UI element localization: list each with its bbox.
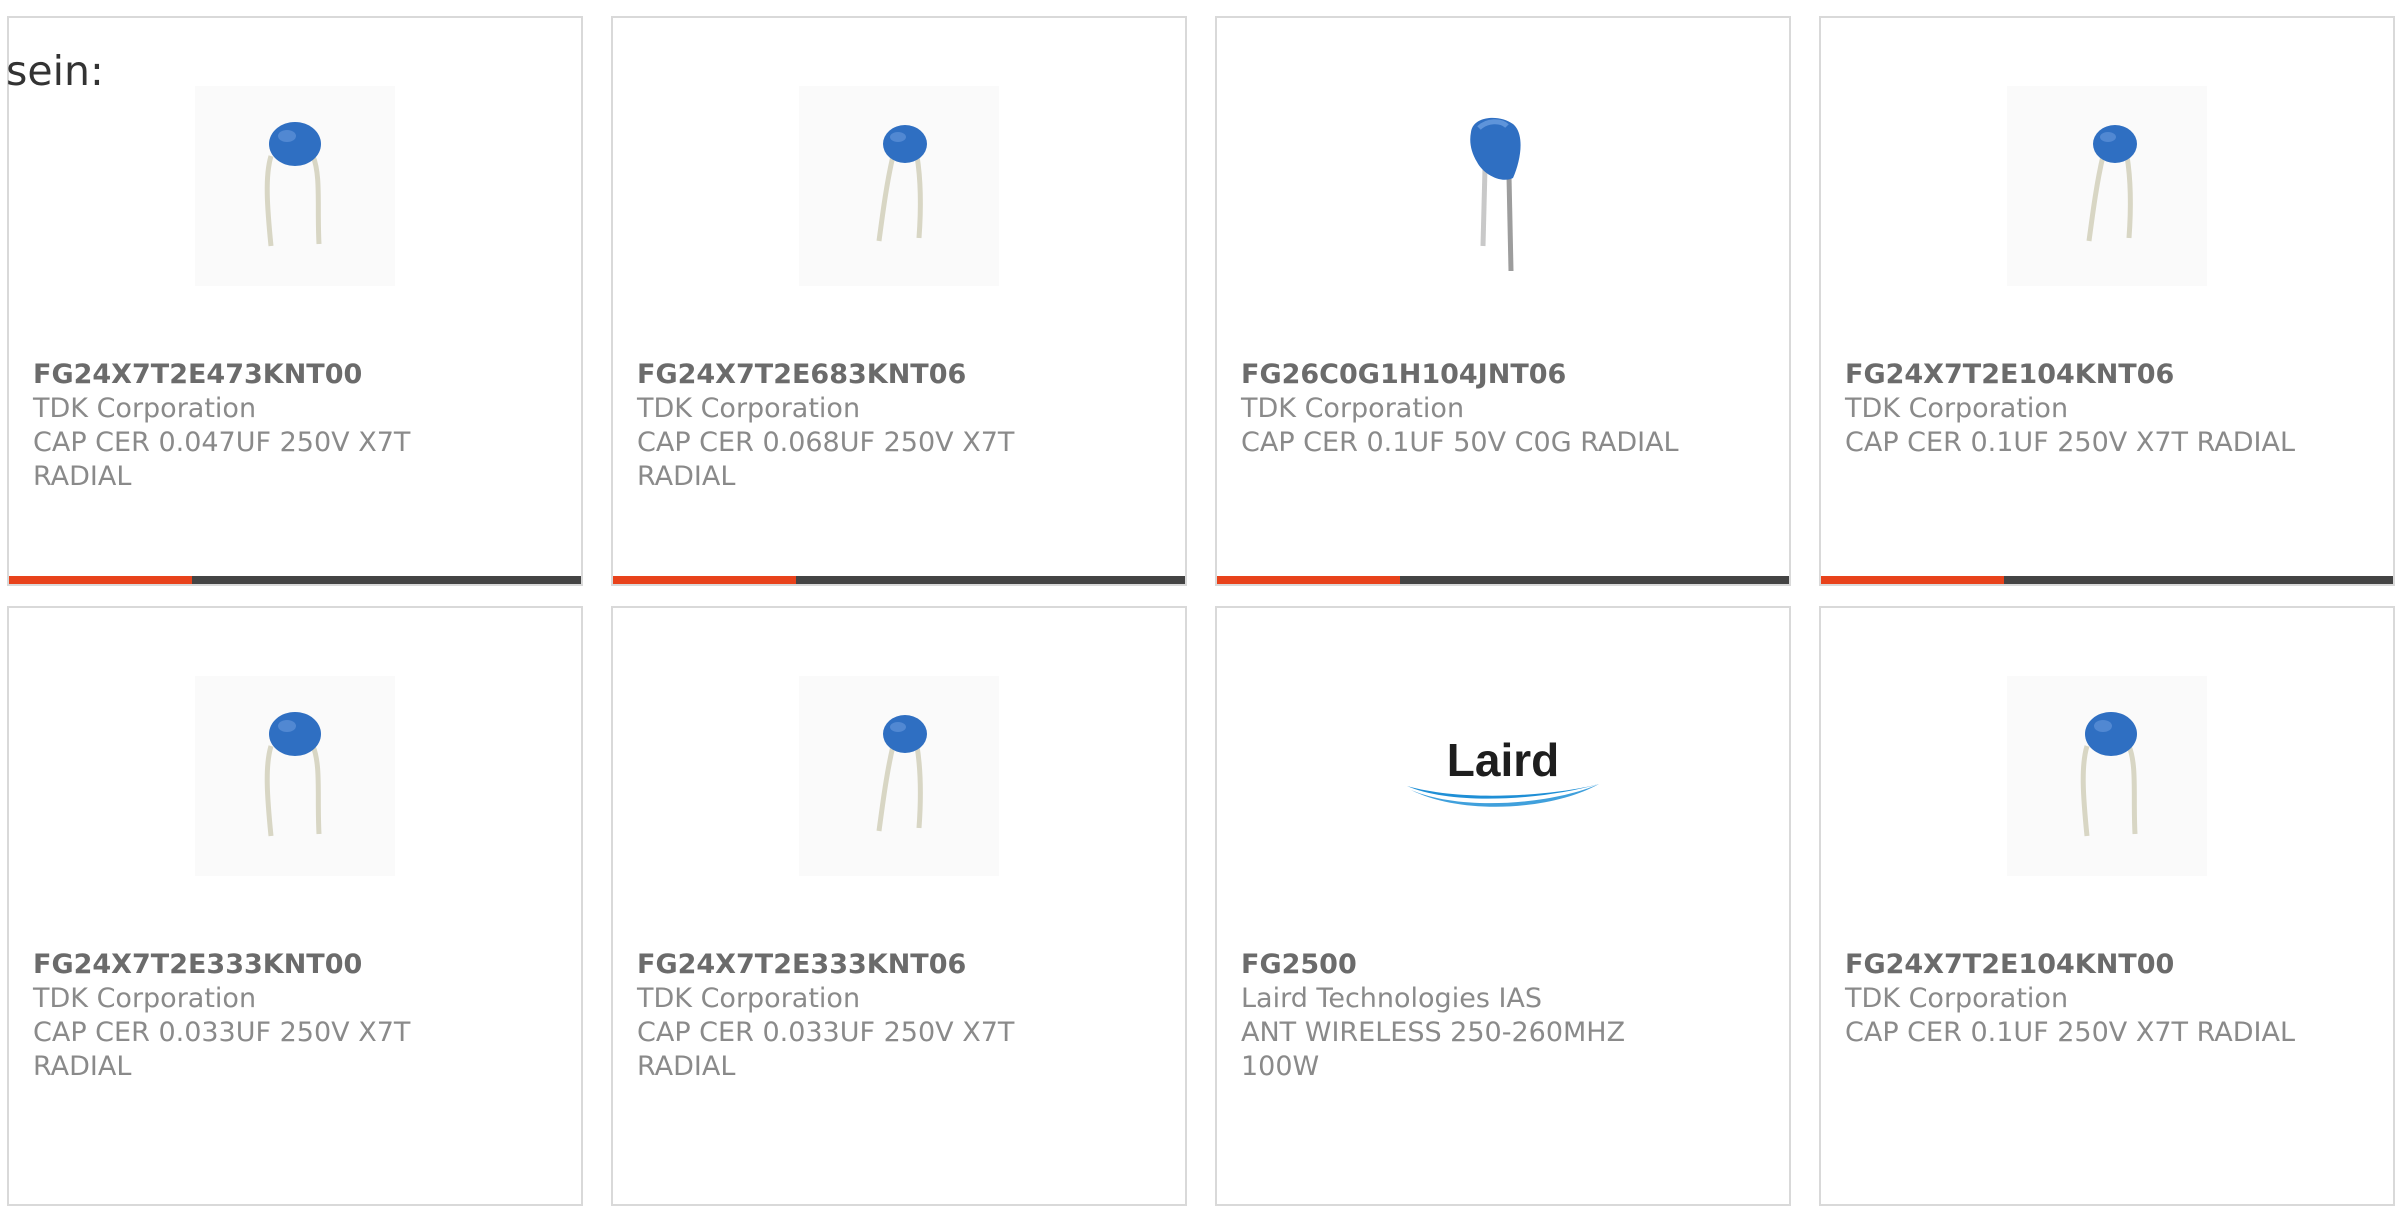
product-grid: FG24X7T2E473KNT00 TDK Corporation CAP CE…	[0, 0, 2400, 1206]
card-progress-fill	[9, 576, 193, 584]
product-card[interactable]: Laird FG2500 Laird Technologies IAS ANT …	[1215, 606, 1791, 1206]
manufacturer: TDK Corporation	[33, 983, 257, 1014]
product-card[interactable]: FG26C0G1H104JNT06 TDK Corporation CAP CE…	[1215, 16, 1791, 586]
product-info: FG24X7T2E333KNT00 TDK Corporation CAP CE…	[33, 948, 533, 1084]
product-info: FG24X7T2E333KNT06 TDK Corporation CAP CE…	[637, 948, 1137, 1084]
capacitor-icon	[1470, 117, 1521, 272]
product-image[interactable]	[799, 676, 999, 876]
product-image[interactable]	[2007, 676, 2207, 876]
intro-text: sein:	[6, 47, 104, 95]
product-image[interactable]	[2007, 86, 2207, 286]
card-progress-fill	[1217, 576, 1401, 584]
part-number-link[interactable]: FG24X7T2E683KNT06	[637, 358, 1137, 392]
product-image[interactable]: Laird	[1403, 676, 1603, 876]
capacitor-icon	[264, 712, 322, 837]
product-info: FG24X7T2E104KNT00 TDK Corporation CAP CE…	[1845, 948, 2345, 1050]
card-progress-bar	[1217, 576, 1789, 584]
part-number-link[interactable]: FG2500	[1241, 948, 1741, 982]
card-progress-bar	[9, 576, 581, 584]
manufacturer: Laird Technologies IAS	[1241, 983, 1543, 1014]
product-card[interactable]: FG24X7T2E104KNT00 TDK Corporation CAP CE…	[1819, 606, 2395, 1206]
product-image[interactable]	[1403, 86, 1603, 286]
capacitor-icon	[2086, 125, 2137, 242]
description: CAP CER 0.068UF 250V X7T RADIAL	[637, 427, 1015, 492]
product-info: FG2500 Laird Technologies IAS ANT WIRELE…	[1241, 948, 1741, 1084]
card-progress-fill	[1821, 576, 2005, 584]
part-number-link[interactable]: FG26C0G1H104JNT06	[1241, 358, 1741, 392]
capacitor-icon	[876, 715, 927, 832]
product-card[interactable]: FG24X7T2E473KNT00 TDK Corporation CAP CE…	[7, 16, 583, 586]
product-info: FG24X7T2E683KNT06 TDK Corporation CAP CE…	[637, 358, 1137, 494]
manufacturer: TDK Corporation	[637, 393, 861, 424]
card-progress-bar	[1821, 576, 2393, 584]
part-number-link[interactable]: FG24X7T2E473KNT00	[33, 358, 533, 392]
product-image[interactable]	[799, 86, 999, 286]
product-card[interactable]: FG24X7T2E104KNT06 TDK Corporation CAP CE…	[1819, 16, 2395, 586]
manufacturer: TDK Corporation	[33, 393, 257, 424]
product-info: FG24X7T2E104KNT06 TDK Corporation CAP CE…	[1845, 358, 2345, 460]
manufacturer: TDK Corporation	[1845, 393, 2069, 424]
capacitor-icon	[2080, 712, 2138, 837]
manufacturer: TDK Corporation	[1845, 983, 2069, 1014]
description: CAP CER 0.1UF 250V X7T RADIAL	[1845, 427, 2295, 458]
product-info: FG26C0G1H104JNT06 TDK Corporation CAP CE…	[1241, 358, 1741, 460]
part-number-link[interactable]: FG24X7T2E104KNT06	[1845, 358, 2345, 392]
part-number-link[interactable]: FG24X7T2E333KNT00	[33, 948, 533, 982]
part-number-link[interactable]: FG24X7T2E104KNT00	[1845, 948, 2345, 982]
part-number-link[interactable]: FG24X7T2E333KNT06	[637, 948, 1137, 982]
card-progress-fill	[613, 576, 797, 584]
description: CAP CER 0.033UF 250V X7T RADIAL	[637, 1017, 1015, 1082]
product-info: FG24X7T2E473KNT00 TDK Corporation CAP CE…	[33, 358, 533, 494]
product-card[interactable]: FG24X7T2E333KNT06 TDK Corporation CAP CE…	[611, 606, 1187, 1206]
capacitor-icon	[264, 122, 322, 247]
description: CAP CER 0.1UF 250V X7T RADIAL	[1845, 1017, 2295, 1048]
product-card[interactable]: FG24X7T2E333KNT00 TDK Corporation CAP CE…	[7, 606, 583, 1206]
laird-logo-text: Laird	[1447, 734, 1559, 786]
description: CAP CER 0.047UF 250V X7T RADIAL	[33, 427, 411, 492]
manufacturer: TDK Corporation	[637, 983, 861, 1014]
description: CAP CER 0.033UF 250V X7T RADIAL	[33, 1017, 411, 1082]
product-card[interactable]: FG24X7T2E683KNT06 TDK Corporation CAP CE…	[611, 16, 1187, 586]
description: ANT WIRELESS 250-260MHZ 100W	[1241, 1017, 1626, 1082]
laird-logo: Laird	[1407, 734, 1599, 807]
capacitor-icon	[876, 125, 927, 242]
manufacturer: TDK Corporation	[1241, 393, 1465, 424]
description: CAP CER 0.1UF 50V C0G RADIAL	[1241, 427, 1679, 458]
card-progress-bar	[613, 576, 1185, 584]
product-image[interactable]	[195, 676, 395, 876]
product-image[interactable]	[195, 86, 395, 286]
